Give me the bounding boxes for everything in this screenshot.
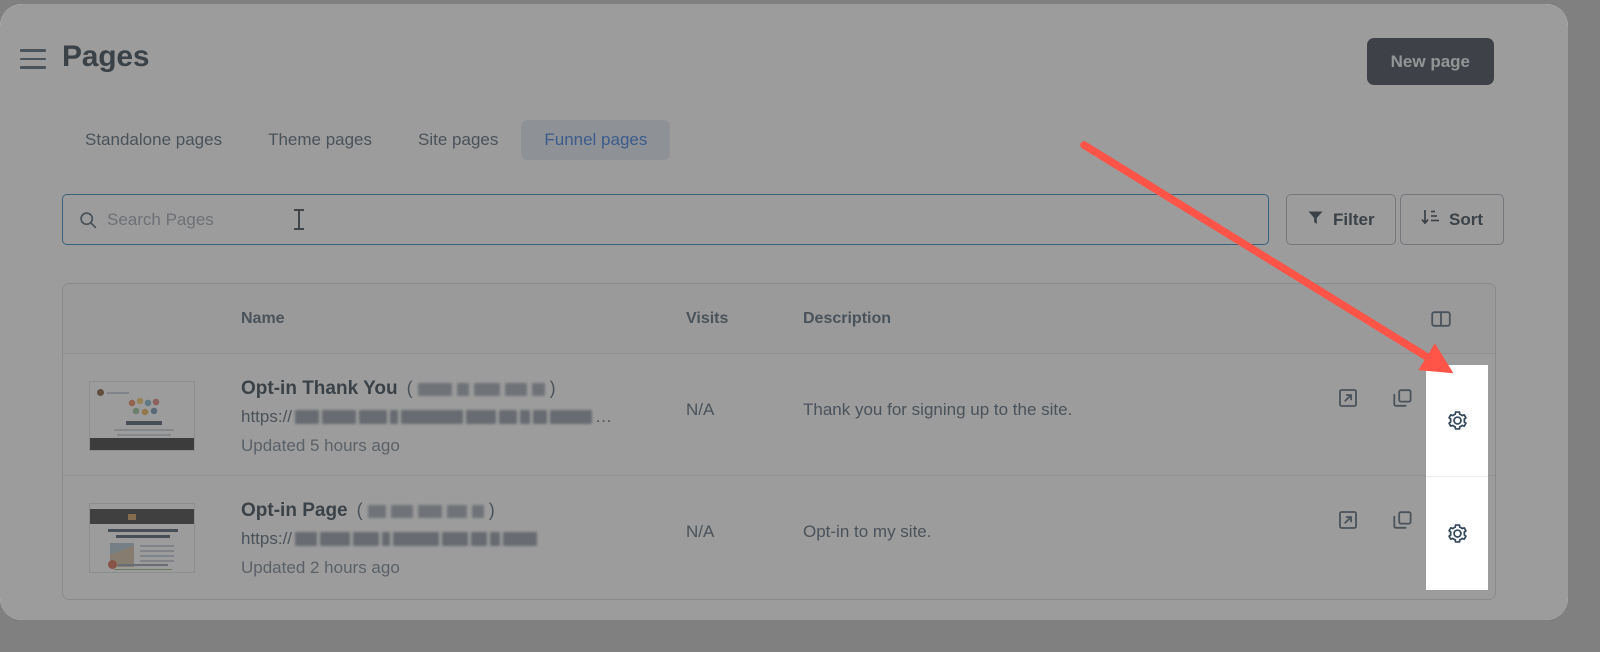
page-description: Opt-in to my site.	[803, 522, 932, 541]
sort-button[interactable]: Sort	[1400, 194, 1504, 245]
opt-in-page-thumbnail[interactable]	[89, 503, 195, 573]
settings-gear-icon[interactable]	[1446, 409, 1469, 432]
table-header-row: Name Visits Description	[63, 284, 1495, 354]
settings-gear-cell[interactable]	[1426, 365, 1488, 477]
app-window: Pages New page Standalone pages Theme pa…	[0, 4, 1568, 620]
tab-standalone-pages[interactable]: Standalone pages	[62, 120, 245, 160]
page-url[interactable]: https:// …	[241, 407, 671, 427]
tab-theme-pages[interactable]: Theme pages	[245, 120, 395, 160]
external-link-icon[interactable]	[1337, 509, 1359, 531]
filter-button[interactable]: Filter	[1286, 194, 1396, 245]
settings-gear-highlight-panel	[1426, 365, 1488, 590]
page-description: Thank you for signing up to the site.	[803, 400, 1073, 419]
search-field[interactable]	[62, 194, 1269, 245]
page-title: Pages	[62, 40, 150, 73]
page-visits: N/A	[686, 522, 715, 541]
hamburger-menu-icon[interactable]	[20, 49, 46, 69]
page-visits: N/A	[686, 400, 715, 419]
search-icon	[79, 211, 97, 229]
page-name-cell: Opt-in Thank You ( ) https:// … Updated …	[241, 378, 671, 456]
sort-descending-icon	[1421, 208, 1440, 231]
page-name-suffix: ( )	[356, 500, 495, 520]
tab-bar: Standalone pages Theme pages Site pages …	[62, 120, 671, 160]
settings-gear-icon[interactable]	[1446, 522, 1469, 545]
search-input[interactable]	[107, 209, 1268, 230]
page-name-cell: Opt-in Page ( ) https:// Updated 2 hours…	[241, 500, 671, 578]
funnel-icon	[1307, 209, 1324, 231]
tab-site-pages[interactable]: Site pages	[395, 120, 521, 160]
page-updated-timestamp: Updated 2 hours ago	[241, 558, 400, 577]
column-header-visits[interactable]: Visits	[686, 310, 728, 328]
column-header-description[interactable]: Description	[803, 310, 891, 328]
table-row[interactable]: Opt-in Thank You ( ) https:// … Updated …	[63, 354, 1495, 476]
tab-funnel-pages[interactable]: Funnel pages	[521, 120, 671, 160]
table-row[interactable]: Opt-in Page ( ) https:// Updated 2 hours…	[63, 476, 1495, 598]
text-cursor	[294, 209, 304, 230]
duplicate-icon[interactable]	[1391, 509, 1413, 531]
sort-label: Sort	[1449, 209, 1483, 229]
page-url[interactable]: https://	[241, 529, 671, 549]
page-name[interactable]: Opt-in Thank You	[241, 378, 398, 400]
external-link-icon[interactable]	[1337, 387, 1359, 409]
page-updated-timestamp: Updated 5 hours ago	[241, 436, 400, 455]
settings-gear-cell[interactable]	[1426, 477, 1488, 589]
page-name-suffix: ( )	[406, 378, 556, 398]
column-layout-icon[interactable]	[1431, 309, 1451, 329]
filter-label: Filter	[1333, 209, 1375, 229]
thank-you-page-thumbnail[interactable]	[89, 381, 195, 451]
pages-table: Name Visits Description Opt-in Thank You…	[62, 283, 1496, 600]
page-name[interactable]: Opt-in Page	[241, 500, 348, 522]
column-header-name[interactable]: Name	[241, 310, 285, 328]
top-bar: Pages New page	[0, 4, 1568, 100]
duplicate-icon[interactable]	[1391, 387, 1413, 409]
new-page-button[interactable]: New page	[1366, 38, 1494, 85]
